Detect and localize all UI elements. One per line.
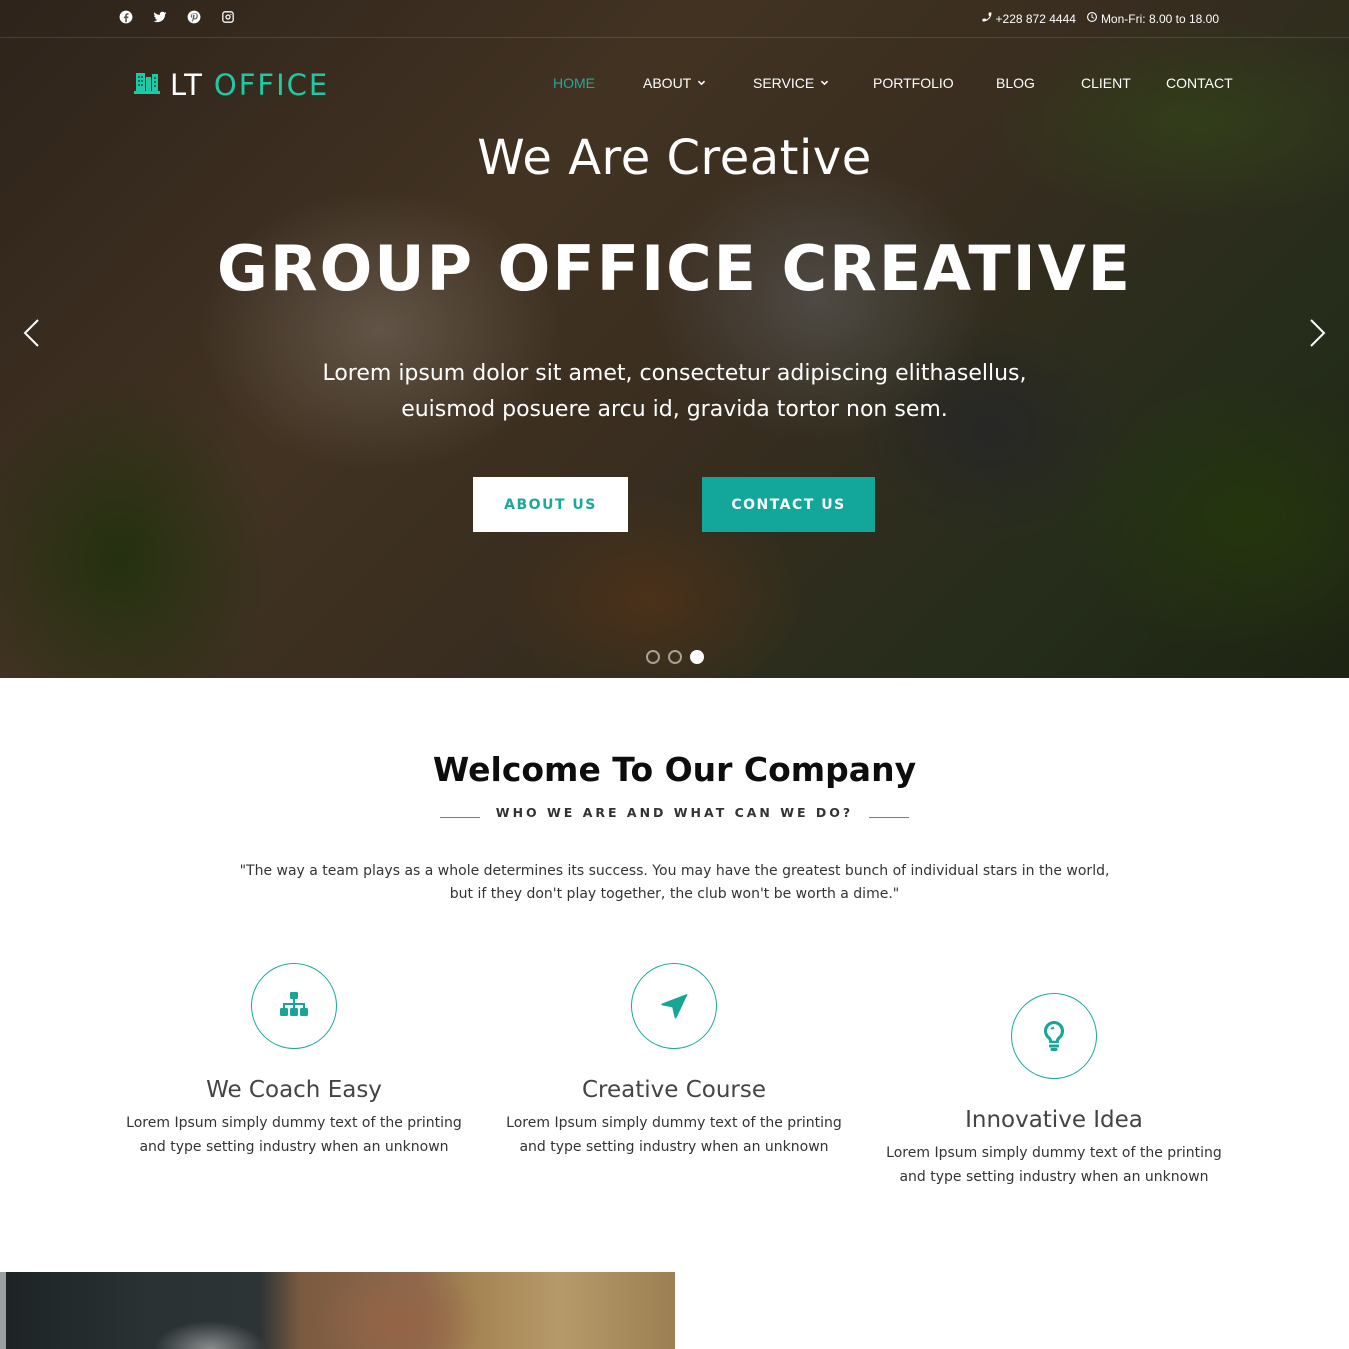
nav-label: HOME <box>553 75 595 91</box>
section-subtitle-row: WHO WE ARE AND WHAT CAN WE DO? <box>0 805 1349 820</box>
nav-item-service[interactable]: SERVICE <box>753 75 829 91</box>
slider-prev-button[interactable] <box>18 316 48 350</box>
feature-text-line: Lorem Ipsum simply dummy text of the pri… <box>126 1115 462 1131</box>
nav-item-blog[interactable]: BLOG <box>996 75 1035 91</box>
hero-title: GROUP OFFICE CREATIVE <box>216 232 1133 305</box>
nav-item-portfolio[interactable]: PORTFOLIO <box>873 75 954 91</box>
chevron-down-icon <box>698 80 706 85</box>
feature-text-line: Lorem Ipsum simply dummy text of the pri… <box>506 1115 842 1131</box>
nav-item-client[interactable]: CLIENT <box>1081 75 1131 91</box>
phone-number: +228 872 4444 <box>995 11 1076 26</box>
slider-pagination <box>646 650 704 664</box>
hours-info: Mon-Fri: 8.00 to 18.00 <box>1086 11 1219 26</box>
hero-slider: +228 872 4444 Mon-Fri: 8.00 to 18.00 LT … <box>0 0 1349 678</box>
hero-description: Lorem ipsum dolor sit amet, consectetur … <box>0 356 1349 428</box>
section-title: Welcome To Our Company <box>432 750 917 789</box>
feature-title: Innovative Idea <box>965 1107 1143 1133</box>
lightbulb-icon <box>1043 1020 1065 1051</box>
feature-text: Lorem Ipsum simply dummy text of the pri… <box>114 1111 474 1159</box>
nav-item-home[interactable]: HOME <box>553 75 595 91</box>
nav-label: ABOUT <box>643 75 692 91</box>
feature-icon-circle <box>251 963 337 1049</box>
nav-item-about[interactable]: ABOUT <box>643 75 706 91</box>
main-navbar: LT OFFICE HOME ABOUT SERVICE PORTFOLIO B… <box>0 38 1349 128</box>
slider-next-button[interactable] <box>1301 316 1331 350</box>
phone-info: +228 872 4444 <box>981 11 1076 26</box>
feature-text-line: and type setting industry when an unknow… <box>519 1139 829 1155</box>
feature-text: Lorem Ipsum simply dummy text of the pri… <box>874 1141 1234 1189</box>
slider-dot-3[interactable] <box>690 650 704 664</box>
about-us-button[interactable]: ABOUT US <box>473 477 628 532</box>
feature-card: We Coach Easy Lorem Ipsum simply dummy t… <box>114 963 474 1159</box>
feature-icon-circle <box>631 963 717 1049</box>
chevron-down-icon <box>821 80 829 85</box>
feature-text-line: and type setting industry when an unknow… <box>899 1169 1209 1185</box>
phone-icon <box>981 11 993 26</box>
location-arrow-icon <box>661 993 688 1019</box>
hero-description-line: euismod posuere arcu id, gravida tortor … <box>401 397 948 422</box>
section-subtitle: WHO WE ARE AND WHAT CAN WE DO? <box>495 805 854 820</box>
sitemap-icon <box>280 992 308 1016</box>
slider-dot-1[interactable] <box>646 650 660 664</box>
feature-text-line: Lorem Ipsum simply dummy text of the pri… <box>886 1145 1222 1161</box>
company-quote: "The way a team plays as a whole determi… <box>0 860 1349 906</box>
contact-us-button[interactable]: CONTACT US <box>702 477 875 532</box>
feature-text: Lorem Ipsum simply dummy text of the pri… <box>494 1111 854 1159</box>
facebook-icon[interactable] <box>118 9 134 25</box>
hero-tagline: We Are Creative <box>477 130 872 186</box>
divider-line <box>869 817 910 818</box>
chevron-right-icon <box>1310 319 1326 347</box>
nav-label: BLOG <box>996 75 1035 91</box>
feature-title: Creative Course <box>581 1077 767 1103</box>
top-bar: +228 872 4444 Mon-Fri: 8.00 to 18.00 <box>0 0 1349 38</box>
feature-text-line: and type setting industry when an unknow… <box>139 1139 449 1155</box>
nav-label: CONTACT <box>1166 75 1233 91</box>
twitter-icon[interactable] <box>152 9 168 25</box>
hero-description-line: Lorem ipsum dolor sit amet, consectetur … <box>322 361 1027 386</box>
clock-icon <box>1086 11 1098 26</box>
pinterest-icon[interactable] <box>186 9 202 25</box>
feature-title: We Coach Easy <box>206 1077 382 1103</box>
team-photo <box>0 1272 675 1349</box>
divider-line <box>439 817 480 818</box>
nav-label: CLIENT <box>1081 75 1131 91</box>
nav-label: SERVICE <box>753 75 815 91</box>
slider-dot-2[interactable] <box>668 650 682 664</box>
feature-card: Creative Course Lorem Ipsum simply dummy… <box>494 963 854 1159</box>
social-links <box>118 9 236 25</box>
business-hours: Mon-Fri: 8.00 to 18.00 <box>1100 11 1219 26</box>
chevron-left-icon <box>23 319 39 347</box>
contact-info: +228 872 4444 Mon-Fri: 8.00 to 18.00 <box>981 11 1219 26</box>
instagram-icon[interactable] <box>220 9 236 25</box>
nav-label: PORTFOLIO <box>873 75 954 91</box>
quote-line: but if they don't play together, the clu… <box>449 886 900 902</box>
nav-item-contact[interactable]: CONTACT <box>1166 75 1233 91</box>
feature-card: Innovative Idea Lorem Ipsum simply dummy… <box>874 993 1234 1189</box>
quote-line: "The way a team plays as a whole determi… <box>239 863 1110 879</box>
feature-icon-circle <box>1011 993 1097 1079</box>
main-menu: HOME ABOUT SERVICE PORTFOLIO BLOG CLIENT… <box>0 75 1349 95</box>
